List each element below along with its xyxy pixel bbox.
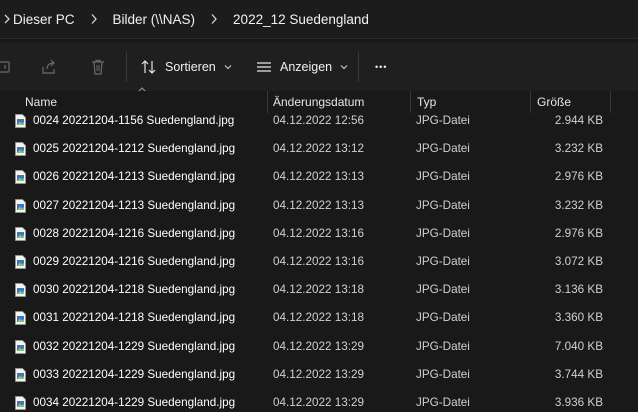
file-type: JPG-Datei xyxy=(416,254,470,268)
file-date: 04.12.2022 13:13 xyxy=(273,170,364,184)
file-type: JPG-Datei xyxy=(416,311,470,325)
column-header-name[interactable]: Name xyxy=(25,95,57,109)
address-bar[interactable]: Dieser PC Bilder (\\NAS) 2022_12 Suedeng… xyxy=(0,0,638,38)
file-size: 2.976 KB xyxy=(554,170,603,184)
image-file-icon xyxy=(15,226,26,241)
file-name: 0029 20221204-1216 Suedengland.jpg xyxy=(33,254,236,268)
file-name: 0024 20221204-1156 Suedengland.jpg xyxy=(33,114,235,127)
table-row[interactable]: 0033 20221204-1229 Suedengland.jpg 04.12… xyxy=(0,364,638,392)
file-list: 0024 20221204-1156 Suedengland.jpg 04.12… xyxy=(0,110,638,412)
view-button[interactable]: Anzeigen xyxy=(256,54,348,80)
file-date: 04.12.2022 13:18 xyxy=(273,283,364,297)
file-type: JPG-Datei xyxy=(416,283,470,297)
file-type: JPG-Datei xyxy=(416,198,470,212)
table-row[interactable]: 0028 20221204-1216 Suedengland.jpg 04.12… xyxy=(0,223,638,251)
file-name: 0031 20221204-1218 Suedengland.jpg xyxy=(33,311,236,325)
table-row[interactable]: 0030 20221204-1218 Suedengland.jpg 04.12… xyxy=(0,279,638,307)
file-name: 0027 20221204-1213 Suedengland.jpg xyxy=(33,198,236,212)
breadcrumb-chevron-icon[interactable] xyxy=(195,0,233,38)
file-date: 04.12.2022 13:29 xyxy=(273,339,364,353)
sort-icon xyxy=(141,59,157,75)
file-name: 0032 20221204-1229 Suedengland.jpg xyxy=(33,339,236,353)
column-header-type[interactable]: Typ xyxy=(417,95,436,109)
file-size: 3.360 KB xyxy=(554,311,603,325)
file-size: 2.976 KB xyxy=(554,226,603,240)
file-name: 0025 20221204-1212 Suedengland.jpg xyxy=(33,142,236,156)
file-size: 2.944 KB xyxy=(554,114,603,127)
file-size: 3.232 KB xyxy=(554,198,603,212)
table-row[interactable]: 0032 20221204-1229 Suedengland.jpg 04.12… xyxy=(0,336,638,364)
file-type: JPG-Datei xyxy=(416,142,470,156)
view-label: Anzeigen xyxy=(280,60,333,74)
breadcrumb-item-bilder-nas[interactable]: Bilder (\\NAS) xyxy=(113,12,196,27)
image-file-icon xyxy=(15,395,26,410)
file-type: JPG-Datei xyxy=(416,339,470,353)
address-divider xyxy=(0,38,638,39)
more-options-button[interactable]: ••• xyxy=(375,54,387,80)
image-file-icon xyxy=(15,255,26,269)
rename-icon[interactable] xyxy=(0,56,16,78)
file-size: 3.232 KB xyxy=(554,142,603,156)
file-size: 3.744 KB xyxy=(554,367,603,381)
view-icon xyxy=(256,60,272,74)
file-name: 0034 20221204-1229 Suedengland.jpg xyxy=(33,395,236,409)
file-size: 3.936 KB xyxy=(554,395,603,409)
file-size: 7.040 KB xyxy=(554,339,603,353)
chevron-down-icon xyxy=(340,64,348,70)
file-name: 0026 20221204-1213 Suedengland.jpg xyxy=(33,170,236,184)
table-row[interactable]: 0024 20221204-1156 Suedengland.jpg 04.12… xyxy=(0,110,638,138)
file-date: 04.12.2022 13:29 xyxy=(273,367,364,381)
file-size: 3.136 KB xyxy=(554,283,603,297)
sort-button[interactable]: Sortieren xyxy=(141,54,232,80)
table-row[interactable]: 0025 20221204-1212 Suedengland.jpg 04.12… xyxy=(0,138,638,166)
image-file-icon xyxy=(15,170,26,185)
file-name: 0033 20221204-1229 Suedengland.jpg xyxy=(33,367,236,381)
share-icon[interactable] xyxy=(38,56,60,78)
breadcrumb-item-current-folder[interactable]: 2022_12 Suedengland xyxy=(233,12,369,27)
image-file-icon xyxy=(15,114,26,128)
column-header-size[interactable]: Größe xyxy=(537,95,571,109)
breadcrumb-root-chevron-icon[interactable] xyxy=(0,0,13,38)
file-name: 0030 20221204-1218 Suedengland.jpg xyxy=(33,283,236,297)
image-file-icon xyxy=(15,311,26,326)
file-type: JPG-Datei xyxy=(416,395,470,409)
table-row[interactable]: 0031 20221204-1218 Suedengland.jpg 04.12… xyxy=(0,307,638,335)
file-type: JPG-Datei xyxy=(416,114,470,127)
file-date: 04.12.2022 13:12 xyxy=(273,142,364,156)
image-file-icon xyxy=(15,339,26,354)
file-type: JPG-Datei xyxy=(416,367,470,381)
file-date: 04.12.2022 13:18 xyxy=(273,311,364,325)
file-type: JPG-Datei xyxy=(416,226,470,240)
sort-label: Sortieren xyxy=(165,60,216,74)
table-row[interactable]: 0034 20221204-1229 Suedengland.jpg 04.12… xyxy=(0,392,638,412)
image-file-icon xyxy=(15,283,26,298)
table-row[interactable]: 0026 20221204-1213 Suedengland.jpg 04.12… xyxy=(0,166,638,194)
file-size: 3.072 KB xyxy=(554,254,603,268)
file-date: 04.12.2022 13:16 xyxy=(273,254,364,268)
table-row[interactable]: 0027 20221204-1213 Suedengland.jpg 04.12… xyxy=(0,195,638,223)
image-file-icon xyxy=(15,367,26,382)
breadcrumb-item-dieser-pc[interactable]: Dieser PC xyxy=(13,12,75,27)
file-date: 04.12.2022 12:56 xyxy=(273,114,364,127)
delete-icon[interactable] xyxy=(87,56,109,78)
column-header-date[interactable]: Änderungsdatum xyxy=(273,95,364,109)
file-type: JPG-Datei xyxy=(416,170,470,184)
file-date: 04.12.2022 13:16 xyxy=(273,226,364,240)
chevron-down-icon xyxy=(224,64,232,70)
image-file-icon xyxy=(15,142,26,157)
table-row[interactable]: 0029 20221204-1216 Suedengland.jpg 04.12… xyxy=(0,251,638,279)
toolbar-separator xyxy=(358,52,359,82)
breadcrumb-chevron-icon[interactable] xyxy=(75,0,113,38)
more-icon: ••• xyxy=(375,62,388,72)
file-name: 0028 20221204-1216 Suedengland.jpg xyxy=(33,226,236,240)
file-date: 04.12.2022 13:29 xyxy=(273,395,364,409)
toolbar-separator xyxy=(126,52,127,82)
image-file-icon xyxy=(15,198,26,213)
file-date: 04.12.2022 13:13 xyxy=(273,198,364,212)
command-bar: Sortieren Anzeigen ••• xyxy=(0,43,638,91)
